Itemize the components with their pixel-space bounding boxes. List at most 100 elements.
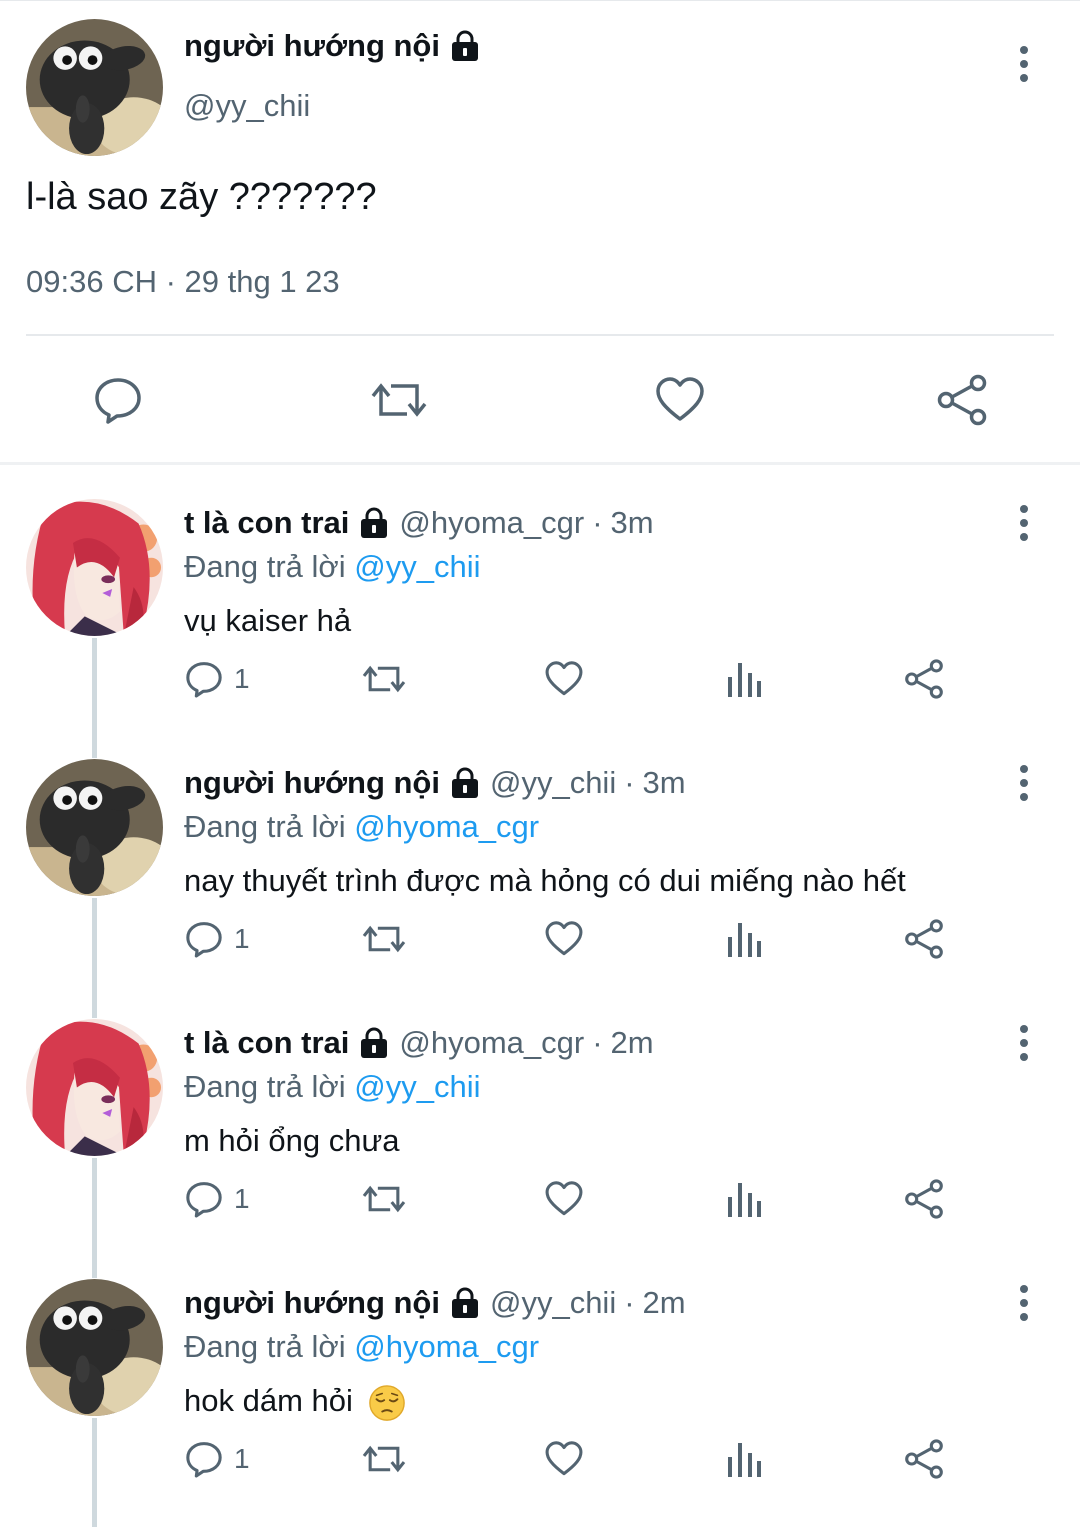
main-tweet: người hướng nội @yy_chii l-là sao zãy ??… [0,0,1080,464]
analytics-icon [728,1183,761,1217]
avatar[interactable] [26,1279,163,1416]
reply-count: 1 [234,1183,250,1214]
reply-time[interactable]: 2m [643,1285,686,1321]
like-button[interactable] [544,911,584,967]
sheep-avatar-icon [26,1279,163,1416]
reply-header: t là con trai @hyoma_cgr · 3m [184,505,654,541]
tweet-actions [0,360,1080,440]
lock-icon [450,29,480,63]
like-button[interactable] [544,1431,584,1487]
retweet-button[interactable] [360,911,408,967]
retweet-button[interactable] [360,651,408,707]
reply-time[interactable]: 2m [611,1025,654,1061]
lock-icon [359,506,389,540]
reply-time[interactable]: 3m [611,505,654,541]
share-button[interactable] [902,1431,946,1487]
red-hair-anime-avatar-icon [26,499,163,636]
analytics-icon [728,923,761,957]
author-handle[interactable]: @hyoma_cgr [399,1025,584,1061]
more-options-button[interactable] [1004,753,1044,813]
reply-tweet[interactable]: t là con trai @hyoma_cgr · 2m Đang trả l… [0,1019,1080,1279]
replying-to: Đang trả lời @yy_chii [184,549,480,585]
author-row: người hướng nội [184,28,480,64]
reply-text: hok dám hỏi [184,1383,353,1418]
sheep-avatar-icon [26,19,163,156]
reply-button[interactable]: 1 [184,651,250,707]
analytics-button[interactable] [726,1171,762,1227]
replying-to: Đang trả lời @hyoma_cgr [184,809,539,845]
more-options-button[interactable] [1004,493,1044,553]
retweet-button[interactable] [359,360,439,440]
analytics-button[interactable] [726,911,762,967]
replying-to: Đang trả lời @hyoma_cgr [184,1329,539,1365]
mention-link[interactable]: @hyoma_cgr [354,809,539,844]
share-button[interactable] [902,651,946,707]
author-handle[interactable]: @yy_chii [490,1285,616,1321]
reply-button[interactable]: 1 [184,911,250,967]
heart-icon [656,377,704,421]
reply-actions: 1 [184,651,984,707]
author-handle[interactable]: @hyoma_cgr [399,505,584,541]
replying-label: Đang trả lời [184,1069,346,1104]
share-button[interactable] [902,911,946,967]
replying-label: Đang trả lời [184,1329,346,1364]
author-name[interactable]: người hướng nội [184,28,440,64]
retweet-button[interactable] [360,1171,408,1227]
avatar[interactable] [26,1019,163,1156]
author-name[interactable]: người hướng nội [184,1285,440,1321]
retweet-button[interactable] [360,1431,408,1487]
retweet-icon [371,383,427,417]
separator: · [592,1025,603,1060]
like-button[interactable] [640,360,720,440]
reply-count: 1 [234,923,250,954]
author-name[interactable]: t là con trai [184,1025,349,1061]
retweet-icon [362,1445,406,1473]
sheep-avatar-icon [26,759,163,896]
mention-link[interactable]: @yy_chii [354,549,480,584]
avatar[interactable] [26,759,163,896]
more-options-button[interactable] [1004,1273,1044,1333]
divider [26,334,1054,336]
avatar[interactable] [26,19,163,156]
reply-button[interactable] [78,360,158,440]
reply-tweet[interactable]: t là con trai @hyoma_cgr · 3m Đang trả l… [0,499,1080,759]
author-name[interactable]: người hướng nội [184,765,440,801]
avatar[interactable] [26,499,163,636]
mention-link[interactable]: @hyoma_cgr [354,1329,539,1364]
reply-text-container: hok dám hỏi [184,1383,406,1422]
analytics-icon [728,663,761,697]
heart-icon [545,921,583,956]
reply-text: vụ kaiser hả [184,603,352,638]
more-options-button[interactable] [1004,1013,1044,1073]
tweet-timestamp[interactable]: 09:36 CH · 29 thg 1 23 [26,264,340,300]
reply-tweet[interactable]: người hướng nội @yy_chii · 3m Đang trả l… [0,759,1080,1019]
reply-time[interactable]: 3m [643,765,686,801]
author-name[interactable]: t là con trai [184,505,349,541]
reply-header: người hướng nội @yy_chii · 2m [184,1285,686,1321]
more-options-button[interactable] [1004,34,1044,94]
share-button[interactable] [902,1171,946,1227]
lock-icon [359,1026,389,1060]
reply-icon [95,378,141,424]
reply-button[interactable]: 1 [184,1431,250,1487]
like-button[interactable] [544,1171,584,1227]
retweet-icon [362,1185,406,1213]
share-icon [905,659,943,699]
reply-icon [186,1182,222,1218]
share-icon [905,1179,943,1219]
reply-text: m hỏi ổng chưa [184,1123,400,1158]
reply-text: nay thuyết trình được mà hỏng có dui miế… [184,863,906,898]
lock-icon [450,766,480,800]
author-handle[interactable]: @yy_chii [490,765,616,801]
analytics-button[interactable] [726,1431,762,1487]
reply-button[interactable]: 1 [184,1171,250,1227]
reply-header: người hướng nội @yy_chii · 3m [184,765,686,801]
like-button[interactable] [544,651,584,707]
analytics-button[interactable] [726,651,762,707]
share-button[interactable] [922,360,1002,440]
reply-tweet[interactable]: người hướng nội @yy_chii · 2m Đang trả l… [0,1279,1080,1539]
heart-icon [545,1181,583,1216]
pensive-face-emoji-icon [368,1385,405,1421]
author-handle[interactable]: @yy_chii [184,88,310,124]
mention-link[interactable]: @yy_chii [354,1069,480,1104]
